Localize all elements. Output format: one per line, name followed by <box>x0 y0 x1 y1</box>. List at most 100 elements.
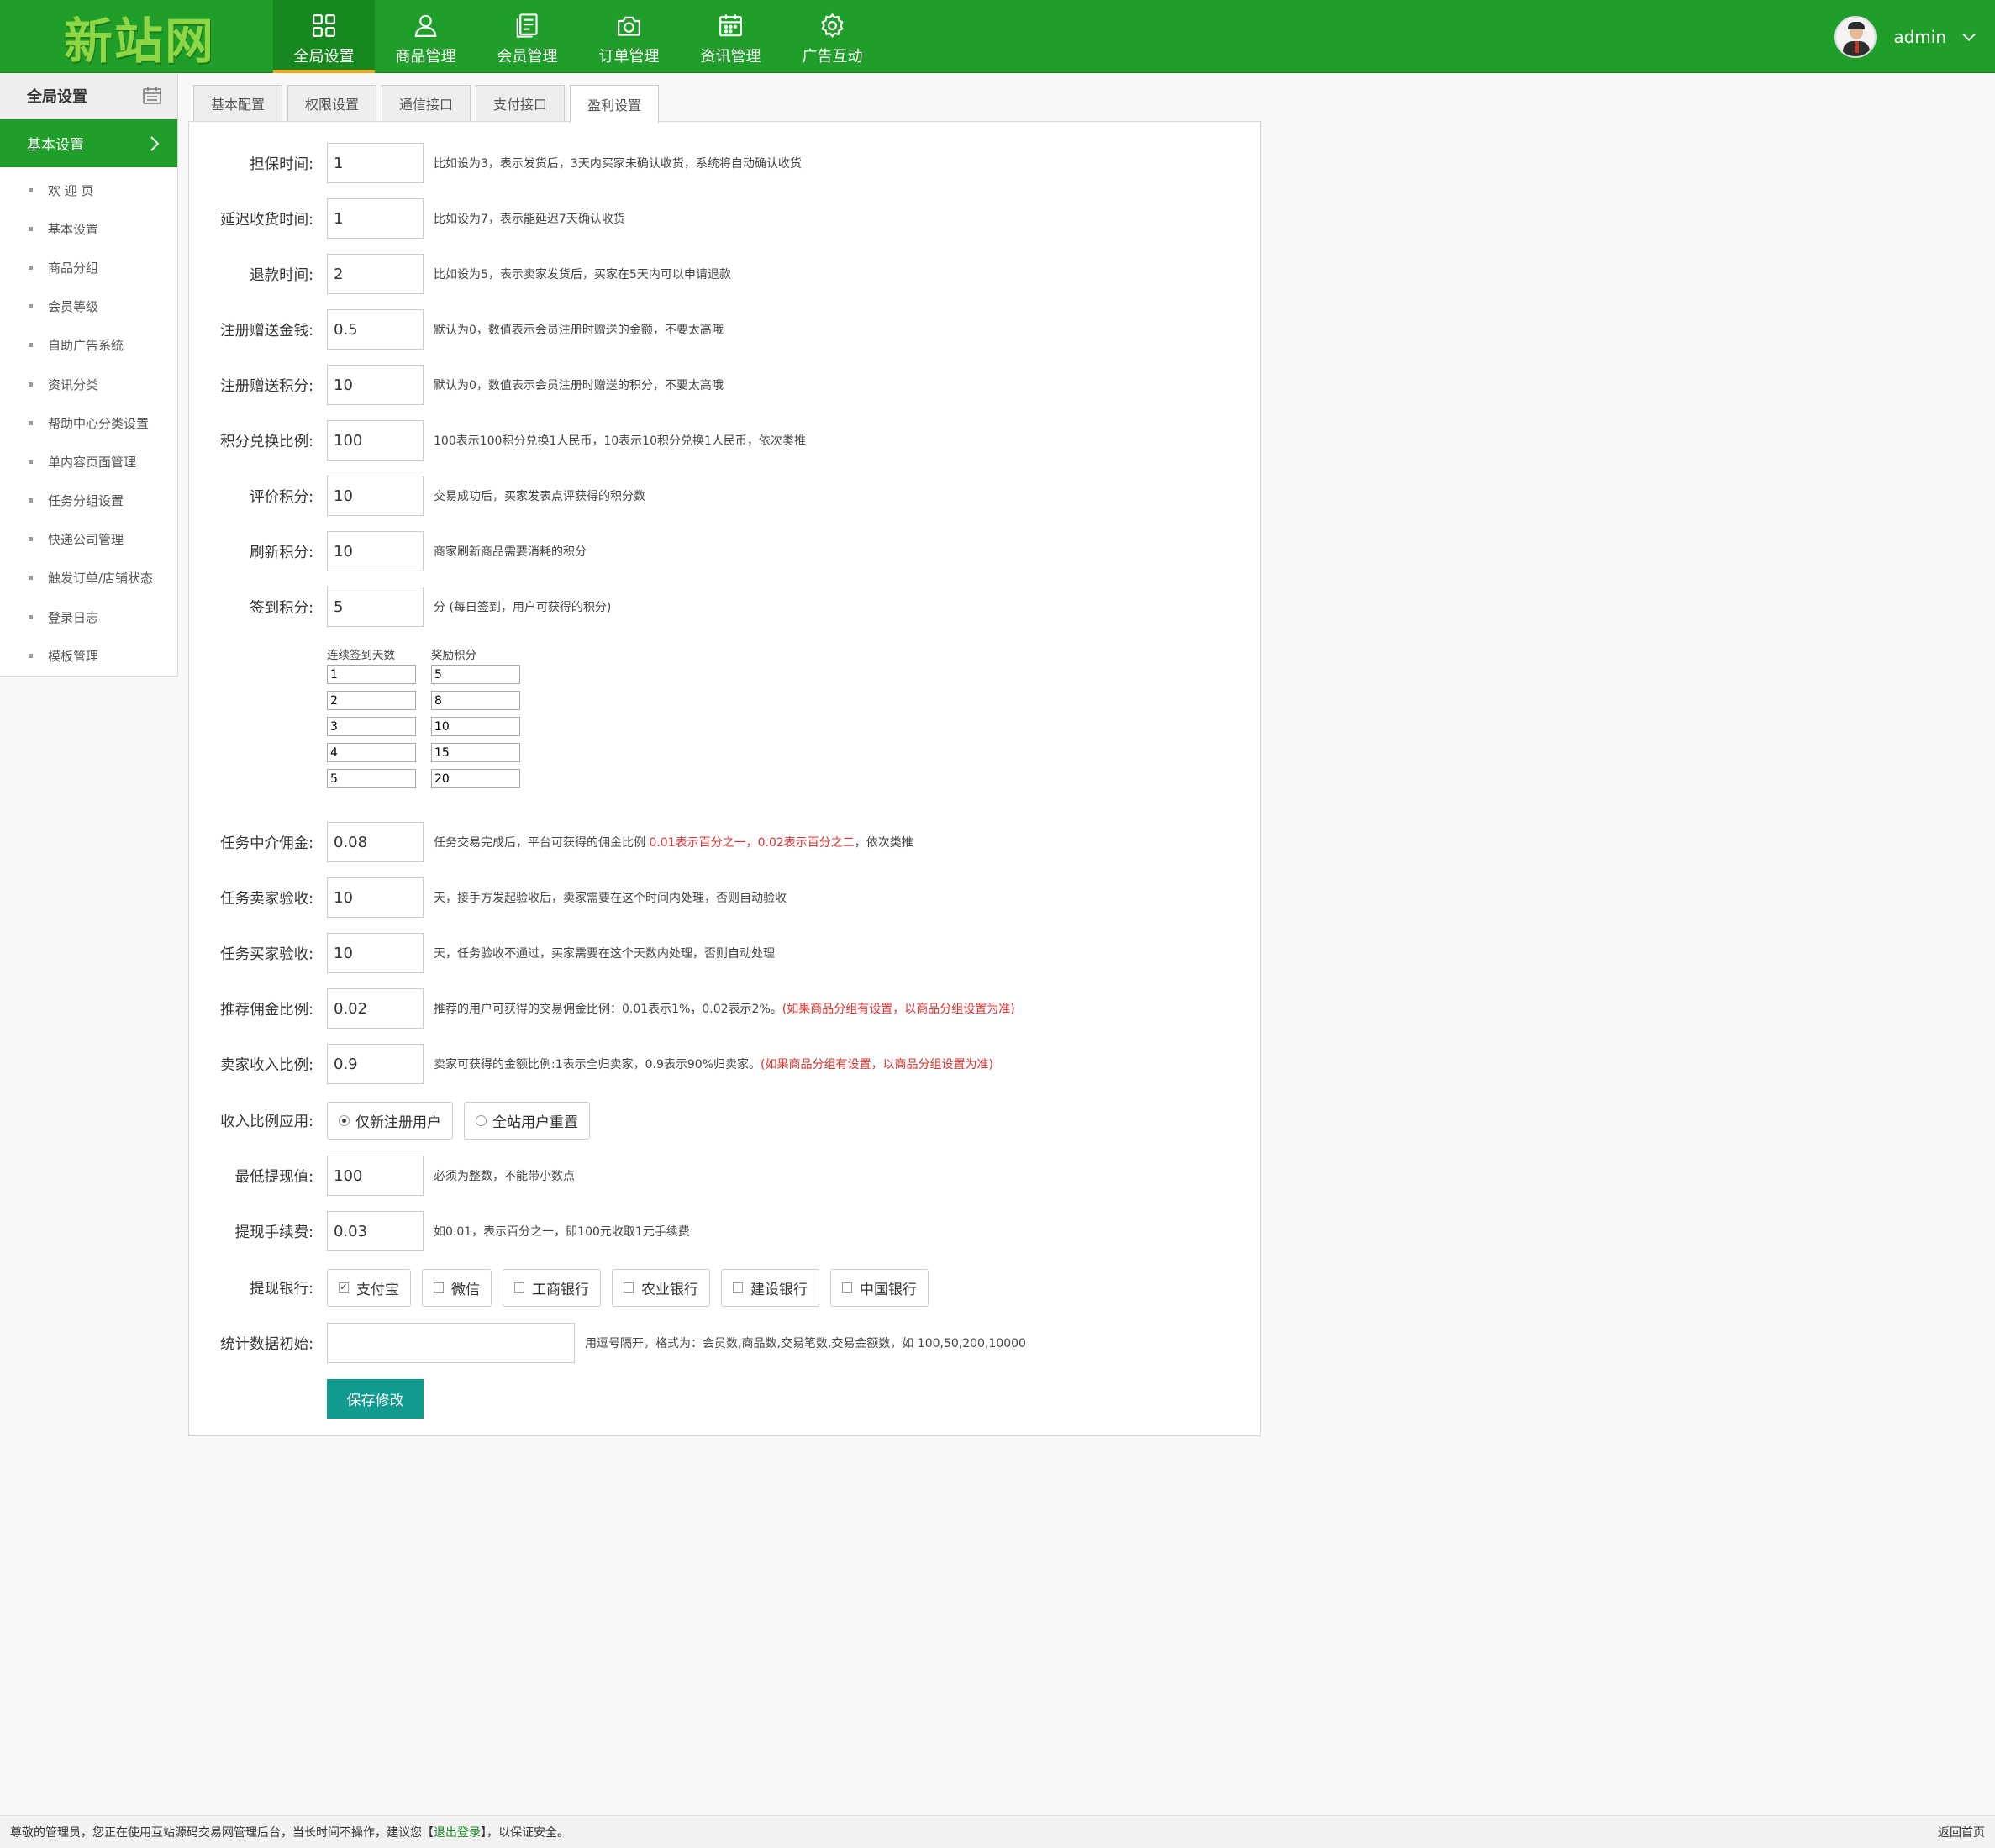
sidebar-item[interactable]: 资讯分类 <box>0 365 177 403</box>
form-row: 提现手续费: 如0.01，表示百分之一，即100元收取1元手续费 <box>189 1211 690 1251</box>
sidebar-item[interactable]: 触发订单/店铺状态 <box>0 559 177 598</box>
field-label: 提现银行: <box>250 1280 313 1298</box>
sidebar-item[interactable]: 自助广告系统 <box>0 326 177 365</box>
points-ratio-input[interactable] <box>327 420 424 461</box>
site-logo[interactable]: 新站网 <box>64 2 215 72</box>
sidebar-item[interactable]: 会员等级 <box>0 287 177 326</box>
sidebar-item[interactable]: 帮助中心分类设置 <box>0 403 177 442</box>
calendar-icon[interactable] <box>142 87 162 105</box>
field-hint: 比如设为7，表示能延迟7天确认收货 <box>434 213 625 226</box>
min-withdraw-input[interactable] <box>327 1156 424 1196</box>
tab-basic-config[interactable]: 基本配置 <box>193 85 283 121</box>
checkbox-abc[interactable]: 农业银行 <box>612 1268 710 1307</box>
field-hint: 交易成功后，买家发表点评获得的积分数 <box>434 490 645 503</box>
signin-days-input[interactable] <box>327 691 416 710</box>
footer-bar: 尊敬的管理员，您正在使用互站源码交易网管理后台，当长时间不操作，建议您【退出登录… <box>0 1815 1995 1848</box>
tab-profit-settings[interactable]: 盈利设置 <box>570 85 660 123</box>
signin-days-input[interactable] <box>327 769 416 788</box>
signin-reward-input[interactable] <box>431 717 520 736</box>
tab-payment[interactable]: 支付接口 <box>476 85 566 121</box>
nav-item-global-settings[interactable]: 全局设置 <box>273 0 375 73</box>
sidebar-item[interactable]: 快递公司管理 <box>0 520 177 559</box>
camera-icon <box>618 16 640 36</box>
checkbox-unchecked-icon <box>842 1282 852 1293</box>
signin-reward-input[interactable] <box>431 665 520 684</box>
withdraw-bank-checkbox-group: ✓ 支付宝 微信 工商银行 农业银行 建设银行 中国银行 <box>327 1268 940 1307</box>
user-menu[interactable]: admin <box>1834 0 1978 73</box>
checkbox-unchecked-icon <box>514 1282 524 1293</box>
signin-reward-input[interactable] <box>431 743 520 762</box>
avatar[interactable] <box>1834 15 1877 58</box>
back-home-link[interactable]: 返回首页 <box>1938 1824 1985 1840</box>
checkbox-wechat[interactable]: 微信 <box>422 1268 492 1307</box>
form-row: 任务买家验收: 天，任务验收不通过，买家需要在这个天数内处理，否则自动处理 <box>189 933 775 973</box>
nav-item-orders[interactable]: 订单管理 <box>578 0 680 73</box>
form-row: 收入比例应用: 仅新注册用户 全站用户重置 <box>189 1100 601 1140</box>
nav-label: 广告互动 <box>802 48 863 66</box>
signin-reward-input[interactable] <box>431 691 520 710</box>
withdraw-fee-input[interactable] <box>327 1211 424 1251</box>
signin-reward-input[interactable] <box>431 769 520 788</box>
sidebar-list: 欢 迎 页 基本设置 商品分组 会员等级 自助广告系统 资讯分类 帮助中心分类设… <box>0 167 177 675</box>
field-label: 任务中介佣金: <box>220 834 313 852</box>
nav-item-ads[interactable]: 广告互动 <box>782 0 883 73</box>
radio-checked-icon <box>339 1114 350 1126</box>
user-name[interactable]: admin <box>1893 27 1946 47</box>
sidebar-item[interactable]: 登录日志 <box>0 598 177 636</box>
review-points-input[interactable] <box>327 476 424 516</box>
form-row: 统计数据初始: 用逗号隔开，格式为：会员数,商品数,交易笔数,交易金额数，如 1… <box>189 1323 1026 1363</box>
sidebar-item[interactable]: 欢 迎 页 <box>0 171 177 209</box>
sidebar-item[interactable]: 任务分组设置 <box>0 482 177 520</box>
form-row: 注册赠送金钱: 默认为0，数值表示会员注册时赠送的金额，不要太高哦 <box>189 309 724 350</box>
save-button[interactable]: 保存修改 <box>327 1379 424 1419</box>
delay-receipt-input[interactable] <box>327 198 424 239</box>
sidebar-item-basic-settings[interactable]: 基本设置 <box>0 119 177 167</box>
nav-item-news[interactable]: 资讯管理 <box>680 0 782 73</box>
refresh-points-input[interactable] <box>327 531 424 571</box>
nav-label: 商品管理 <box>395 48 456 66</box>
signin-days-input[interactable] <box>327 743 416 762</box>
refund-time-input[interactable] <box>327 254 424 294</box>
radio-unchecked-icon <box>476 1114 487 1126</box>
checkbox-unchecked-icon <box>434 1282 444 1293</box>
field-label: 卖家收入比例: <box>220 1056 313 1074</box>
nav-label: 资讯管理 <box>700 48 761 66</box>
checkbox-ccb[interactable]: 建设银行 <box>721 1268 819 1307</box>
escrow-time-input[interactable] <box>327 143 424 183</box>
checkbox-alipay[interactable]: ✓ 支付宝 <box>327 1268 411 1307</box>
tab-communication[interactable]: 通信接口 <box>382 85 471 121</box>
signin-days-input[interactable] <box>327 665 416 684</box>
nav-item-members[interactable]: 会员管理 <box>476 0 578 73</box>
referral-commission-input[interactable] <box>327 988 424 1029</box>
stats-init-input[interactable] <box>327 1323 575 1363</box>
sidebar-item[interactable]: 单内容页面管理 <box>0 442 177 481</box>
register-points-input[interactable] <box>327 365 424 405</box>
radio-all-users[interactable]: 全站用户重置 <box>464 1101 590 1140</box>
buyer-acceptance-input[interactable] <box>327 933 424 973</box>
seller-acceptance-input[interactable] <box>327 877 424 918</box>
sidebar-header: 全局设置 <box>0 73 177 119</box>
tab-permissions[interactable]: 权限设置 <box>287 85 377 121</box>
checkbox-boc[interactable]: 中国银行 <box>830 1268 929 1307</box>
field-label: 注册赠送积分: <box>220 377 313 395</box>
sidebar-item[interactable]: 模板管理 <box>0 636 177 675</box>
radio-new-users[interactable]: 仅新注册用户 <box>327 1101 453 1140</box>
seller-income-input[interactable] <box>327 1044 424 1084</box>
sidebar-item[interactable]: 商品分组 <box>0 248 177 287</box>
form-row: 评价积分: 交易成功后，买家发表点评获得的积分数 <box>189 476 645 516</box>
form-row: 注册赠送积分: 默认为0，数值表示会员注册时赠送的积分，不要太高哦 <box>189 365 724 405</box>
checkbox-icbc[interactable]: 工商银行 <box>503 1268 601 1307</box>
signin-reward-table: 连续签到天数 奖励积分 <box>327 643 535 795</box>
column-header: 连续签到天数 <box>327 649 395 662</box>
register-money-input[interactable] <box>327 309 424 350</box>
user-icon <box>414 14 437 37</box>
signin-points-input[interactable] <box>327 587 424 627</box>
chevron-down-icon[interactable] <box>1960 28 1978 46</box>
task-commission-input[interactable] <box>327 822 424 862</box>
form-row: 刷新积分: 商家刷新商品需要消耗的积分 <box>189 531 587 571</box>
form-row: 任务中介佣金: 任务交易完成后，平台可获得的佣金比例 0.01表示百分之一，0.… <box>189 822 913 862</box>
logout-link[interactable]: 退出登录 <box>434 1826 481 1840</box>
nav-item-products[interactable]: 商品管理 <box>375 0 476 73</box>
sidebar-item[interactable]: 基本设置 <box>0 209 177 248</box>
signin-days-input[interactable] <box>327 717 416 736</box>
